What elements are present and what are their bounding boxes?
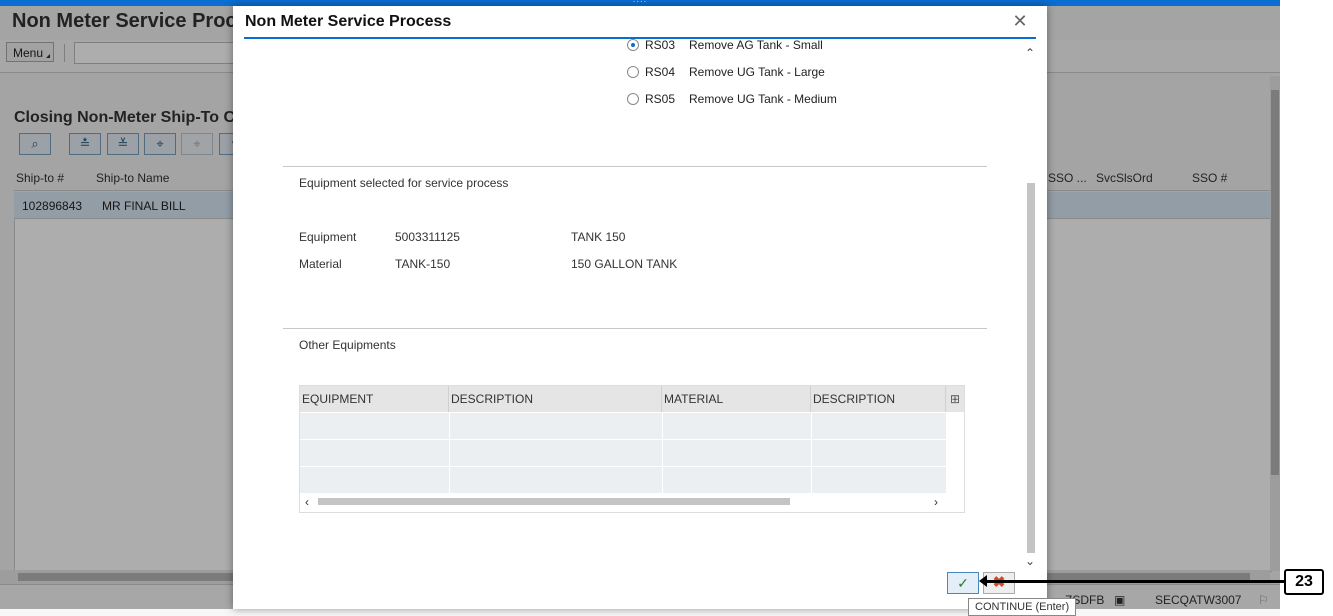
column-description[interactable]: DESCRIPTION — [449, 386, 662, 412]
dialog-vertical-scrollbar[interactable]: ⌃ ⌄ — [1025, 46, 1035, 568]
step-number-badge: 23 — [1284, 569, 1324, 595]
option-code: RS03 — [645, 38, 676, 52]
scrollbar-thumb[interactable] — [318, 498, 790, 505]
material-description: 150 GALLON TANK — [571, 257, 678, 271]
column-equipment[interactable]: EQUIPMENT — [300, 386, 449, 412]
chevron-right-icon[interactable]: › — [934, 495, 938, 509]
cancel-button[interactable]: ✖ — [983, 572, 1015, 594]
step-pointer-arrow — [979, 575, 1284, 587]
chevron-up-icon[interactable]: ⌃ — [1025, 46, 1035, 60]
service-process-dialog: Non Meter Service Process ✕ RS03 Remove … — [233, 6, 1077, 616]
table-row[interactable] — [300, 412, 946, 439]
radio-rs03[interactable] — [627, 39, 639, 51]
chevron-down-icon[interactable]: ⌄ — [1025, 554, 1035, 568]
column-divider — [662, 412, 663, 493]
other-equipments-heading: Other Equipments — [299, 338, 396, 352]
drag-grip-icon[interactable]: ···· — [632, 0, 648, 6]
continue-button[interactable]: ✓ — [947, 572, 979, 594]
option-code: RS04 — [645, 65, 676, 79]
material-value: TANK-150 — [395, 257, 451, 271]
column-divider — [811, 412, 812, 493]
dialog-title: Non Meter Service Process — [245, 13, 452, 30]
equipment-label: Equipment — [299, 230, 357, 244]
page-margin — [1280, 0, 1333, 609]
continue-tooltip: CONTINUE (Enter) — [968, 598, 1077, 616]
table-row[interactable] — [300, 439, 946, 466]
close-icon[interactable]: ✕ — [1011, 12, 1029, 30]
column-divider — [449, 412, 450, 493]
option-description: Remove AG Tank - Small — [689, 38, 823, 52]
column-material[interactable]: MATERIAL — [662, 386, 811, 412]
section-divider — [283, 328, 987, 329]
selected-equipment-heading: Equipment selected for service process — [299, 176, 509, 190]
option-description: Remove UG Tank - Medium — [689, 92, 837, 106]
continue-icon: ✓ — [957, 575, 969, 591]
option-description: Remove UG Tank - Large — [689, 65, 825, 79]
other-equipments-table: EQUIPMENT DESCRIPTION MATERIAL DESCRIPTI… — [299, 385, 965, 513]
table-horizontal-scrollbar[interactable]: ‹ › — [300, 493, 964, 510]
material-label: Material — [299, 257, 342, 271]
scrollbar-thumb[interactable] — [1027, 183, 1035, 553]
option-code: RS05 — [645, 92, 676, 106]
title-underline — [244, 37, 1036, 39]
chevron-left-icon[interactable]: ‹ — [305, 495, 309, 509]
radio-rs04[interactable] — [627, 66, 639, 78]
table-settings-icon[interactable]: ⊞ — [946, 386, 964, 412]
equipment-value: 5003311125 — [395, 230, 460, 244]
equipment-description: TANK 150 — [571, 230, 626, 244]
table-row[interactable] — [300, 466, 946, 493]
column-material-description[interactable]: DESCRIPTION — [811, 386, 946, 412]
section-divider — [283, 166, 987, 167]
radio-rs05[interactable] — [627, 93, 639, 105]
